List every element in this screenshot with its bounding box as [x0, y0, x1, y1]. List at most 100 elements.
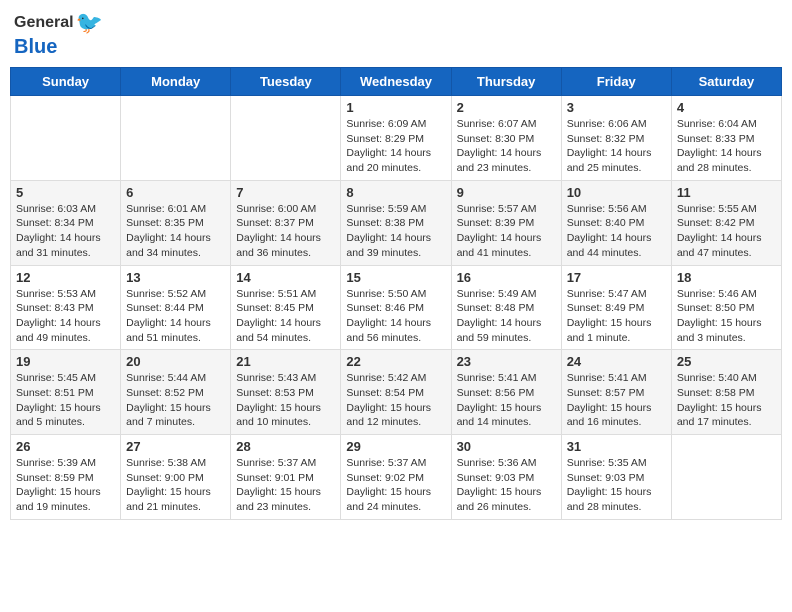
- day-number: 13: [126, 270, 225, 285]
- day-number: 30: [457, 439, 556, 454]
- calendar-day-cell: 29 Sunrise: 5:37 AM Sunset: 9:02 PM Dayli…: [341, 435, 451, 520]
- calendar-day-cell: [121, 96, 231, 181]
- logo: General 🐦 Blue: [14, 10, 103, 59]
- logo-bird-icon: 🐦: [76, 10, 103, 36]
- calendar-day-cell: 25 Sunrise: 5:40 AM Sunset: 8:58 PM Dayli…: [671, 350, 781, 435]
- calendar-day-cell: 18 Sunrise: 5:46 AM Sunset: 8:50 PM Dayli…: [671, 265, 781, 350]
- calendar-day-cell: 5 Sunrise: 6:03 AM Sunset: 8:34 PM Daylig…: [11, 180, 121, 265]
- calendar-day-cell: 1Sunrise: 6:09 AM Sunset: 8:29 PM Daylig…: [341, 96, 451, 181]
- calendar-day-cell: 15 Sunrise: 5:50 AM Sunset: 8:46 PM Dayli…: [341, 265, 451, 350]
- day-info: Sunrise: 6:01 AM Sunset: 8:35 PM Dayligh…: [126, 202, 225, 261]
- calendar-day-cell: 28Sunrise: 5:37 AM Sunset: 9:01 PM Dayli…: [231, 435, 341, 520]
- day-info: Sunrise: 5:53 AM Sunset: 8:43 PM Dayligh…: [16, 287, 115, 346]
- day-number: 7: [236, 185, 335, 200]
- day-number: 9: [457, 185, 556, 200]
- day-info: Sunrise: 5:36 AM Sunset: 9:03 PM Dayligh…: [457, 456, 556, 515]
- day-info: Sunrise: 5:55 AM Sunset: 8:42 PM Dayligh…: [677, 202, 776, 261]
- calendar-day-cell: 11 Sunrise: 5:55 AM Sunset: 8:42 PM Dayli…: [671, 180, 781, 265]
- calendar-day-cell: 31Sunrise: 5:35 AM Sunset: 9:03 PM Dayli…: [561, 435, 671, 520]
- day-info: Sunrise: 5:42 AM Sunset: 8:54 PM Dayligh…: [346, 371, 445, 430]
- logo-general-text: General: [14, 14, 74, 32]
- day-number: 5: [16, 185, 115, 200]
- day-of-week-header: Tuesday: [231, 68, 341, 96]
- logo-blue-text: Blue: [14, 36, 103, 59]
- day-info: Sunrise: 5:41 AM Sunset: 8:57 PM Dayligh…: [567, 371, 666, 430]
- day-info: Sunrise: 5:35 AM Sunset: 9:03 PM Dayligh…: [567, 456, 666, 515]
- calendar-day-cell: 26 Sunrise: 5:39 AM Sunset: 8:59 PM Dayli…: [11, 435, 121, 520]
- day-of-week-header: Friday: [561, 68, 671, 96]
- calendar-day-cell: 7 Sunrise: 6:00 AM Sunset: 8:37 PM Daylig…: [231, 180, 341, 265]
- day-of-week-header: Monday: [121, 68, 231, 96]
- day-info: Sunrise: 5:59 AM Sunset: 8:38 PM Dayligh…: [346, 202, 445, 261]
- calendar-header-row: SundayMondayTuesdayWednesdayThursdayFrid…: [11, 68, 782, 96]
- calendar-day-cell: [231, 96, 341, 181]
- calendar-week-row: 12 Sunrise: 5:53 AM Sunset: 8:43 PM Dayli…: [11, 265, 782, 350]
- day-number: 1: [346, 100, 445, 115]
- day-number: 3: [567, 100, 666, 115]
- day-number: 11: [677, 185, 776, 200]
- day-of-week-header: Sunday: [11, 68, 121, 96]
- calendar-day-cell: 21Sunrise: 5:43 AM Sunset: 8:53 PM Dayli…: [231, 350, 341, 435]
- day-number: 8: [346, 185, 445, 200]
- day-info: Sunrise: 5:40 AM Sunset: 8:58 PM Dayligh…: [677, 371, 776, 430]
- day-info: Sunrise: 5:57 AM Sunset: 8:39 PM Dayligh…: [457, 202, 556, 261]
- day-number: 29: [346, 439, 445, 454]
- day-info: Sunrise: 5:41 AM Sunset: 8:56 PM Dayligh…: [457, 371, 556, 430]
- day-number: 19: [16, 354, 115, 369]
- day-info: Sunrise: 5:46 AM Sunset: 8:50 PM Dayligh…: [677, 287, 776, 346]
- day-info: Sunrise: 6:03 AM Sunset: 8:34 PM Dayligh…: [16, 202, 115, 261]
- day-number: 22: [346, 354, 445, 369]
- day-info: Sunrise: 5:39 AM Sunset: 8:59 PM Dayligh…: [16, 456, 115, 515]
- calendar-day-cell: 4Sunrise: 6:04 AM Sunset: 8:33 PM Daylig…: [671, 96, 781, 181]
- calendar-day-cell: 23 Sunrise: 5:41 AM Sunset: 8:56 PM Dayli…: [451, 350, 561, 435]
- calendar-day-cell: 16 Sunrise: 5:49 AM Sunset: 8:48 PM Dayli…: [451, 265, 561, 350]
- day-number: 4: [677, 100, 776, 115]
- day-number: 12: [16, 270, 115, 285]
- calendar-table: SundayMondayTuesdayWednesdayThursdayFrid…: [10, 67, 782, 520]
- calendar-day-cell: 30 Sunrise: 5:36 AM Sunset: 9:03 PM Dayli…: [451, 435, 561, 520]
- calendar-day-cell: [11, 96, 121, 181]
- calendar-day-cell: 17Sunrise: 5:47 AM Sunset: 8:49 PM Dayli…: [561, 265, 671, 350]
- day-info: Sunrise: 5:49 AM Sunset: 8:48 PM Dayligh…: [457, 287, 556, 346]
- day-info: Sunrise: 5:56 AM Sunset: 8:40 PM Dayligh…: [567, 202, 666, 261]
- day-info: Sunrise: 5:43 AM Sunset: 8:53 PM Dayligh…: [236, 371, 335, 430]
- day-info: Sunrise: 5:37 AM Sunset: 9:01 PM Dayligh…: [236, 456, 335, 515]
- calendar-day-cell: 2Sunrise: 6:07 AM Sunset: 8:30 PM Daylig…: [451, 96, 561, 181]
- day-info: Sunrise: 5:37 AM Sunset: 9:02 PM Dayligh…: [346, 456, 445, 515]
- calendar-day-cell: 22 Sunrise: 5:42 AM Sunset: 8:54 PM Dayli…: [341, 350, 451, 435]
- day-info: Sunrise: 5:45 AM Sunset: 8:51 PM Dayligh…: [16, 371, 115, 430]
- calendar-day-cell: 12 Sunrise: 5:53 AM Sunset: 8:43 PM Dayli…: [11, 265, 121, 350]
- day-info: Sunrise: 6:00 AM Sunset: 8:37 PM Dayligh…: [236, 202, 335, 261]
- calendar-day-cell: 8 Sunrise: 5:59 AM Sunset: 8:38 PM Daylig…: [341, 180, 451, 265]
- calendar-day-cell: 6 Sunrise: 6:01 AM Sunset: 8:35 PM Daylig…: [121, 180, 231, 265]
- calendar-day-cell: 10Sunrise: 5:56 AM Sunset: 8:40 PM Dayli…: [561, 180, 671, 265]
- day-info: Sunrise: 5:52 AM Sunset: 8:44 PM Dayligh…: [126, 287, 225, 346]
- day-info: Sunrise: 5:50 AM Sunset: 8:46 PM Dayligh…: [346, 287, 445, 346]
- page-header: General 🐦 Blue: [10, 10, 782, 59]
- calendar-day-cell: 19 Sunrise: 5:45 AM Sunset: 8:51 PM Dayli…: [11, 350, 121, 435]
- calendar-day-cell: 13 Sunrise: 5:52 AM Sunset: 8:44 PM Dayli…: [121, 265, 231, 350]
- day-number: 20: [126, 354, 225, 369]
- calendar-day-cell: 24 Sunrise: 5:41 AM Sunset: 8:57 PM Dayli…: [561, 350, 671, 435]
- day-of-week-header: Wednesday: [341, 68, 451, 96]
- day-info: Sunrise: 6:06 AM Sunset: 8:32 PM Dayligh…: [567, 117, 666, 176]
- day-info: Sunrise: 5:38 AM Sunset: 9:00 PM Dayligh…: [126, 456, 225, 515]
- day-number: 25: [677, 354, 776, 369]
- day-number: 6: [126, 185, 225, 200]
- day-number: 27: [126, 439, 225, 454]
- day-info: Sunrise: 5:51 AM Sunset: 8:45 PM Dayligh…: [236, 287, 335, 346]
- day-number: 24: [567, 354, 666, 369]
- calendar-week-row: 1Sunrise: 6:09 AM Sunset: 8:29 PM Daylig…: [11, 96, 782, 181]
- day-number: 16: [457, 270, 556, 285]
- calendar-week-row: 19 Sunrise: 5:45 AM Sunset: 8:51 PM Dayli…: [11, 350, 782, 435]
- day-number: 23: [457, 354, 556, 369]
- calendar-day-cell: 20 Sunrise: 5:44 AM Sunset: 8:52 PM Dayli…: [121, 350, 231, 435]
- day-info: Sunrise: 5:44 AM Sunset: 8:52 PM Dayligh…: [126, 371, 225, 430]
- day-number: 26: [16, 439, 115, 454]
- calendar-day-cell: 14Sunrise: 5:51 AM Sunset: 8:45 PM Dayli…: [231, 265, 341, 350]
- calendar-day-cell: [671, 435, 781, 520]
- day-number: 15: [346, 270, 445, 285]
- day-number: 17: [567, 270, 666, 285]
- day-of-week-header: Thursday: [451, 68, 561, 96]
- day-number: 18: [677, 270, 776, 285]
